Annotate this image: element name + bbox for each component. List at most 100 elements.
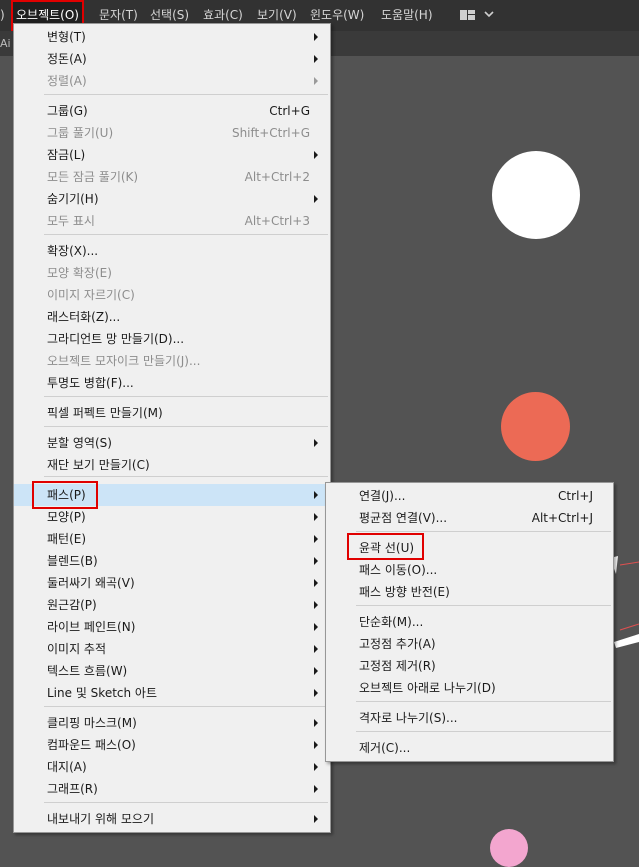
menu-item-label: 블렌드(B) [47,554,98,568]
menu-item-shortcut: Ctrl+G [269,104,310,118]
submenu-arrow-icon [314,535,318,543]
object-menu-item[interactable]: Line 및 Sketch 아트 [14,682,330,704]
submenu-arrow-icon [314,579,318,587]
menu-item-label: 패스 방향 반전(E) [359,585,450,599]
object-menu-item[interactable]: 패턴(E) [14,528,330,550]
submenu-arrow-icon [314,741,318,749]
object-menu-item[interactable]: 이미지 추적 [14,638,330,660]
menu-item-label: Line 및 Sketch 아트 [47,686,158,700]
chevron-down-icon [484,11,494,18]
path-menu-item[interactable]: 고정점 추가(A) [326,633,613,655]
white-circle [492,151,580,239]
path-menu-item[interactable]: 오브젝트 아래로 나누기(D) [326,677,613,699]
object-menu-item: 이미지 자르기(C) [14,284,330,306]
menu-item-label: 컴파운드 패스(O) [47,738,136,752]
menu-item-label: 이미지 자르기(C) [47,288,135,302]
menu-item-shortcut: Alt+Ctrl+J [531,511,593,525]
menu-item-label: 연결(J)... [359,489,406,503]
submenu-arrow-icon [314,623,318,631]
path-menu-item[interactable]: 고정점 제거(R) [326,655,613,677]
submenu-arrow-icon [314,601,318,609]
object-menu-item[interactable]: 대지(A) [14,756,330,778]
menu-item-label: 분할 영역(S) [47,436,112,450]
menu-separator [44,234,328,235]
menu-item-shortcut: Shift+Ctrl+G [231,126,310,140]
object-menu-item[interactable]: 그룹(G) Ctrl+G [14,100,330,122]
object-menu-item[interactable]: 재단 보기 만들기(C) [14,454,330,476]
menu-item-shortcut: Alt+Ctrl+3 [244,214,310,228]
submenu-arrow-icon [314,513,318,521]
menu-separator [356,605,611,606]
object-menu-item[interactable]: 내보내기 위해 모으기 [14,808,330,830]
submenu-arrow-icon [314,557,318,565]
object-menu-item[interactable]: 픽셀 퍼펙트 만들기(M) [14,402,330,424]
object-menu-item[interactable]: 블렌드(B) [14,550,330,572]
object-menu-item[interactable]: 래스터화(Z)... [14,306,330,328]
object-menu-item[interactable]: 원근감(P) [14,594,330,616]
object-menu-item[interactable]: 잠금(L) [14,144,330,166]
menu-item-label: 그래프(R) [47,782,98,796]
menu-item-label: 격자로 나누기(S)... [359,711,458,725]
object-menu-item[interactable]: 숨기기(H) [14,188,330,210]
menu-item-label: 변형(T) [47,30,86,44]
object-menu-item[interactable]: 클리핑 마스크(M) [14,712,330,734]
object-menu-item[interactable]: 분할 영역(S) [14,432,330,454]
object-menu-item[interactable]: 그래프(R) [14,778,330,800]
submenu-arrow-icon [314,151,318,159]
submenu-arrow-icon [314,667,318,675]
path-menu-item[interactable]: 격자로 나누기(S)... [326,707,613,729]
path-menu-item[interactable]: 패스 방향 반전(E) [326,581,613,603]
object-menu-item[interactable]: 둘러싸기 왜곡(V) [14,572,330,594]
menu-item-label: 래스터화(Z)... [47,310,121,324]
menu-item-label: 잠금(L) [47,148,86,162]
submenu-arrow-icon [314,815,318,823]
menu-item-label: 숨기기(H) [47,192,99,206]
highlight-box-path [32,481,98,509]
menu-item-label: 클리핑 마스크(M) [47,716,137,730]
path-submenu: 연결(J)... Ctrl+J 평균점 연결(V)... Alt+Ctrl+J 윤곽 선… [325,482,614,762]
menu-item-shortcut: Alt+Ctrl+2 [244,170,310,184]
object-menu-item[interactable]: 컴파운드 패스(O) [14,734,330,756]
menu-separator [44,396,328,397]
object-menu-item[interactable]: 모양(P) [14,506,330,528]
object-menu-item[interactable]: 확장(X)... [14,240,330,262]
menu-item-label: 모양(P) [47,510,86,524]
object-menu-item[interactable]: 투명도 병합(F)... [14,372,330,394]
submenu-arrow-icon [314,785,318,793]
menu-item-label: 오브젝트 모자이크 만들기(J)... [47,354,201,368]
menu-help[interactable]: 도움말(H) [381,0,433,31]
menu-item-label: 패스 이동(O)... [359,563,438,577]
pink-circle [490,829,528,867]
path-menu-item[interactable]: 평균점 연결(V)... Alt+Ctrl+J [326,507,613,529]
object-menu-item[interactable]: 라이브 페인트(N) [14,616,330,638]
path-menu-item[interactable]: 단순화(M)... [326,611,613,633]
menu-item-label: 그룹(G) [47,104,88,118]
menu-item-label: 정돈(A) [47,52,87,66]
menu-item-label: 그룹 풀기(U) [47,126,114,140]
menu-item-label: 고정점 제거(R) [359,659,436,673]
highlight-box-outline-stroke [347,533,424,560]
submenu-arrow-icon [314,719,318,727]
object-menu-item[interactable]: 정돈(A) [14,48,330,70]
submenu-arrow-icon [314,645,318,653]
menu-separator [44,476,328,477]
menu-item-label: 라이브 페인트(N) [47,620,136,634]
menu-item-label: 모두 표시 [47,214,95,228]
menu-item-label: 단순화(M)... [359,615,424,629]
path-menu-item[interactable]: 제거(C)... [326,737,613,759]
menu-item-label: 텍스트 흐름(W) [47,664,128,678]
object-menu-item: 모든 잠금 풀기(K) Alt+Ctrl+2 [14,166,330,188]
object-menu-item[interactable]: 그라디언트 망 만들기(D)... [14,328,330,350]
object-menu-item: 모양 확장(E) [14,262,330,284]
submenu-arrow-icon [314,491,318,499]
menu-separator [44,706,328,707]
object-menu-item[interactable]: 텍스트 흐름(W) [14,660,330,682]
path-menu-item[interactable]: 패스 이동(O)... [326,559,613,581]
submenu-arrow-icon [314,689,318,697]
object-menu-item: 정렬(A) [14,70,330,92]
path-menu-item[interactable]: 연결(J)... Ctrl+J [326,485,613,507]
menu-item-label: 내보내기 위해 모으기 [47,812,154,826]
object-menu-item[interactable]: 변형(T) [14,26,330,48]
workspace-switcher-button[interactable] [459,8,499,22]
menu-item-label: 평균점 연결(V)... [359,511,448,525]
